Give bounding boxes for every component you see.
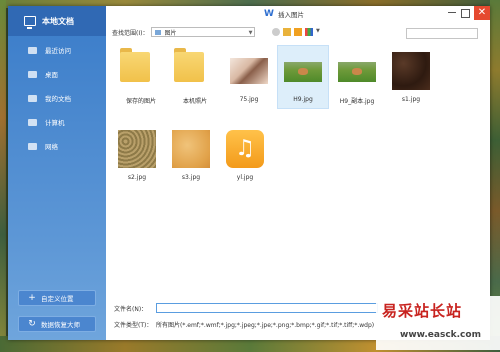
back-icon[interactable]	[272, 28, 280, 36]
look-in-value: 图片	[164, 29, 177, 37]
sidebar-items: 最近访问 桌面 我的文档 计算机 网络	[8, 38, 106, 158]
file-label: 保存的图片	[125, 98, 156, 105]
sidebar-header[interactable]: 本地文档	[8, 6, 106, 36]
sidebar-item-label: 计算机	[45, 119, 65, 127]
sidebar-item-label: 我的文档	[45, 95, 71, 103]
file-label: s1.jpg	[401, 96, 421, 103]
search-input[interactable]	[406, 28, 478, 39]
look-in-row: 查找范围(I)： 图片 ▼	[112, 26, 256, 38]
recovery-icon: ↻	[28, 318, 36, 329]
filetype-label: 文件类型(T)：	[114, 322, 153, 329]
filename-input[interactable]	[156, 303, 378, 313]
image-thumbnail	[338, 62, 376, 82]
dog-figure	[298, 68, 308, 75]
minimize-icon[interactable]	[448, 12, 456, 13]
clock-icon	[28, 46, 37, 54]
maximize-icon[interactable]	[461, 9, 470, 18]
sidebar-item-network[interactable]: 网络	[8, 134, 106, 158]
data-recovery-label: 数据恢复大师	[41, 321, 80, 329]
image-thumbnail	[392, 52, 430, 90]
look-in-select[interactable]: 图片 ▼	[151, 27, 256, 37]
filename-row: 文件名(N)：	[114, 303, 378, 313]
sidebar-item-computer[interactable]: 计算机	[8, 110, 106, 134]
look-in-label: 查找范围(I)：	[112, 29, 149, 37]
file-list: 保存的图片 本机照片 75.jpg H9.jpg H9_副本.jpg s1.jp…	[106, 42, 486, 298]
sidebar-item-label: 桌面	[45, 71, 58, 79]
plus-icon: +	[28, 292, 36, 303]
desktop-icon	[28, 70, 37, 78]
file-label: 本机照片	[182, 98, 207, 105]
sidebar-item-label: 网络	[45, 143, 58, 151]
wps-logo-icon: W	[264, 9, 274, 19]
image-thumbnail	[230, 58, 268, 84]
watermark-text: 易采站长站	[382, 302, 463, 320]
desktop-wallpaper-left	[0, 0, 6, 352]
monitor-icon	[24, 16, 36, 29]
up-folder-icon[interactable]	[283, 28, 291, 36]
sidebar: 本地文档 最近访问 桌面 我的文档 计算机 网络 + 自定义位置 ↻ 数据恢复大…	[8, 6, 106, 340]
file-label: s3.jpg	[181, 174, 201, 181]
filename-label: 文件名(N)：	[114, 305, 148, 313]
view-mode-icon[interactable]	[305, 28, 313, 36]
file-item[interactable]: 保存的图片	[116, 46, 166, 108]
file-item[interactable]: s2.jpg	[112, 124, 162, 186]
custom-location-button[interactable]: + 自定义位置	[18, 290, 96, 306]
filetype-row: 文件类型(T)： 所有图片(*.emf;*.wmf;*.jpg;*.jpeg;*…	[114, 320, 374, 329]
file-item[interactable]: ♫ yl.jpg	[220, 124, 270, 186]
file-item[interactable]: s3.jpg	[166, 124, 216, 186]
file-label: 75.jpg	[239, 96, 259, 103]
file-label: s2.jpg	[127, 174, 147, 181]
sidebar-header-label: 本地文档	[42, 16, 74, 26]
sidebar-item-recent[interactable]: 最近访问	[8, 38, 106, 62]
view-dropdown-icon[interactable]: ▼	[316, 28, 321, 36]
sidebar-item-my-documents[interactable]: 我的文档	[8, 86, 106, 110]
computer-icon	[28, 118, 37, 126]
file-label: H9_副本.jpg	[339, 98, 375, 105]
watermark: 易采站长站 www.easck.com	[376, 296, 500, 350]
close-button[interactable]: ✕	[474, 6, 490, 20]
file-item[interactable]: H9_副本.jpg	[332, 46, 382, 108]
file-item[interactable]: 本机照片	[170, 46, 220, 108]
file-item[interactable]: 75.jpg	[224, 46, 274, 108]
filetype-select[interactable]: 所有图片(*.emf;*.wmf;*.jpg;*.jpeg;*.jpe;*.pn…	[156, 320, 374, 329]
data-recovery-button[interactable]: ↻ 数据恢复大师	[18, 316, 96, 332]
new-folder-icon[interactable]	[294, 28, 302, 36]
folder-icon	[174, 52, 204, 82]
insert-picture-dialog: 本地文档 最近访问 桌面 我的文档 计算机 网络 + 自定义位置 ↻ 数据恢复大…	[8, 6, 490, 340]
sidebar-item-label: 最近访问	[45, 47, 71, 55]
image-thumbnail	[172, 130, 210, 168]
file-label: yl.jpg	[236, 174, 254, 181]
file-label: H9.jpg	[293, 96, 313, 103]
dialog-title-text: 插入图片	[277, 11, 304, 19]
folder-icon	[120, 52, 150, 82]
navigation-toolbar: ▼	[272, 28, 324, 36]
file-item[interactable]: H9.jpg	[277, 45, 329, 109]
dialog-title: W 插入图片	[264, 9, 304, 19]
custom-location-label: 自定义位置	[41, 295, 74, 303]
music-note-icon: ♫	[226, 130, 264, 168]
pictures-folder-icon	[155, 29, 162, 35]
image-thumbnail	[118, 130, 156, 168]
chevron-down-icon: ▼	[248, 30, 253, 36]
sidebar-item-desktop[interactable]: 桌面	[8, 62, 106, 86]
file-item[interactable]: s1.jpg	[386, 46, 436, 108]
title-bar: W 插入图片 ✕	[106, 6, 490, 22]
watermark-url: www.easck.com	[400, 330, 481, 340]
dog-figure	[352, 68, 362, 75]
folder-icon	[28, 94, 37, 102]
image-thumbnail	[284, 62, 322, 82]
network-icon	[28, 142, 37, 150]
